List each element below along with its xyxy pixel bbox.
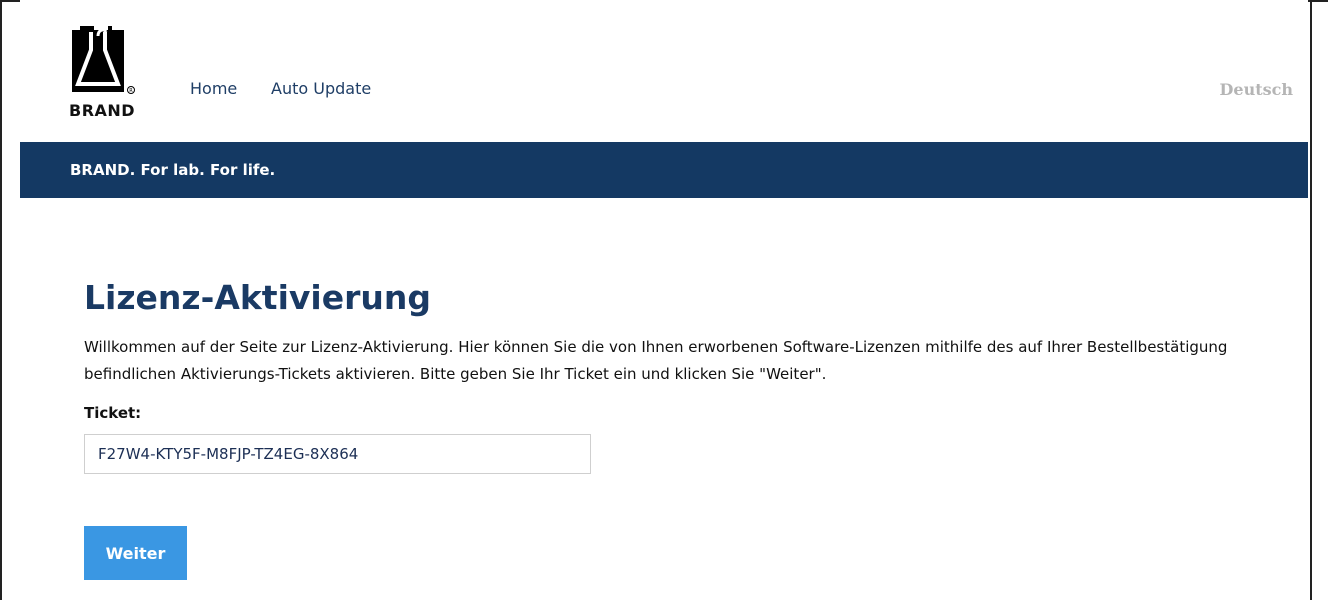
page-title: Lizenz-Aktivierung bbox=[84, 278, 431, 317]
nav-home-link[interactable]: Home bbox=[190, 79, 237, 98]
site-header: R BRAND Home Auto Update Deutsch bbox=[20, 0, 1308, 140]
tagline-banner: BRAND. For lab. For life. bbox=[20, 142, 1308, 198]
intro-text: Willkommen auf der Seite zur Lizenz-Akti… bbox=[84, 338, 1228, 383]
window-frame-right-edge bbox=[1310, 0, 1312, 600]
language-selector[interactable]: Deutsch bbox=[1220, 80, 1293, 99]
weiter-button[interactable]: Weiter bbox=[84, 526, 187, 580]
nav-auto-update-link[interactable]: Auto Update bbox=[271, 79, 371, 98]
svg-text:R: R bbox=[129, 88, 133, 94]
ticket-label: Ticket: bbox=[84, 404, 142, 422]
tagline-text: BRAND. For lab. For life. bbox=[70, 161, 276, 179]
ticket-input[interactable] bbox=[84, 434, 591, 474]
brand-wordmark: BRAND bbox=[69, 101, 136, 120]
